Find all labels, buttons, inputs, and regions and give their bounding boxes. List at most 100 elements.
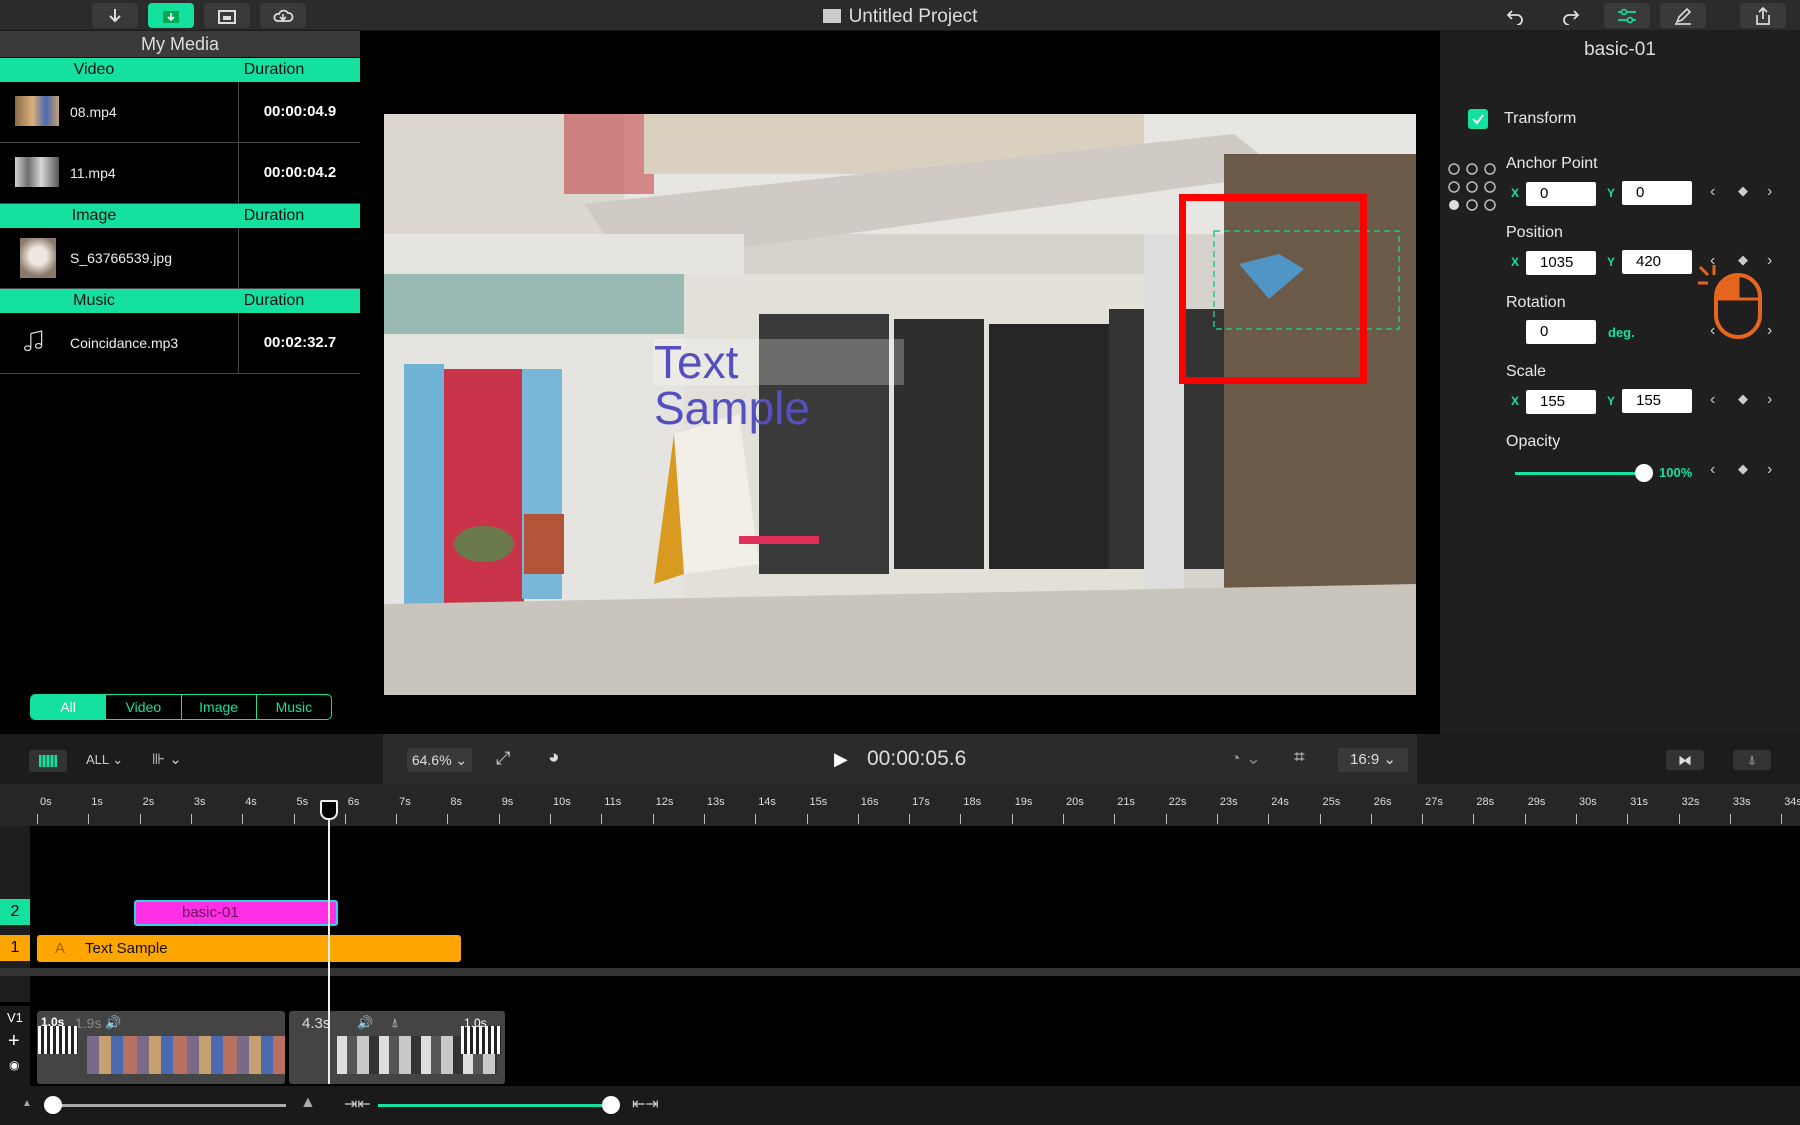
redo-button[interactable] — [1548, 3, 1594, 28]
ruler-tick — [37, 814, 38, 824]
audio-icon: 🔊 — [357, 1015, 374, 1030]
prev-keyframe-button[interactable]: ‹ — [1710, 391, 1715, 409]
transition-duration: 1.0s — [464, 1016, 487, 1030]
zoom-in-icon[interactable]: ⇤⇥ — [632, 1094, 659, 1114]
share-icon — [1756, 6, 1770, 25]
transform-checkbox[interactable] — [1468, 109, 1488, 129]
ruler-tick — [1473, 814, 1475, 824]
filter-video[interactable]: Video — [106, 695, 182, 719]
ruler-tick-label: 0s — [40, 796, 52, 808]
playhead-handle[interactable] — [320, 800, 338, 820]
crop-icon[interactable]: ⌗ — [1294, 747, 1305, 769]
share-button[interactable] — [1740, 3, 1786, 28]
video-preview[interactable]: Text Sample — [384, 114, 1416, 695]
transition-icon[interactable]: ⧓ — [1666, 750, 1704, 770]
cloud-button[interactable] — [260, 3, 306, 28]
add-keyframe-button[interactable]: ◆ — [1738, 391, 1748, 407]
transition-marker[interactable] — [38, 1026, 78, 1054]
opacity-slider-handle[interactable] — [1635, 464, 1653, 482]
section-label: Music — [73, 292, 115, 309]
media-item[interactable]: Coincidance.mp3 00:02:32.7 — [0, 313, 360, 374]
transition-marker[interactable] — [461, 1026, 501, 1054]
check-icon — [1472, 114, 1484, 125]
anchor-y-input[interactable]: 0 — [1622, 181, 1692, 205]
speed-icon[interactable]: ◔ ⌄ — [1230, 748, 1261, 769]
properties-button[interactable] — [1604, 3, 1650, 28]
position-x-input[interactable]: 1035 — [1526, 251, 1596, 275]
clip-basic-01[interactable]: basic-01 — [134, 900, 338, 926]
ruler-tick-label: 33s — [1732, 796, 1751, 808]
opacity-label: Opacity — [1506, 433, 1561, 450]
file-duration: 00:02:32.7 — [238, 313, 361, 373]
file-name: 11.mp4 — [70, 165, 116, 181]
y-label: Y — [1607, 186, 1616, 200]
media-item[interactable]: 11.mp4 00:00:04.2 — [0, 143, 360, 204]
anchor-grid-icon[interactable] — [1447, 162, 1497, 212]
prev-keyframe-button[interactable]: ‹ — [1710, 461, 1715, 479]
fullscreen-icon[interactable]: ⤢ — [496, 748, 510, 769]
ruler-tick — [960, 814, 962, 824]
thumbnail-size-handle[interactable] — [44, 1096, 62, 1114]
track-2-number: 2 — [0, 899, 30, 925]
timeline-zoom-handle[interactable] — [602, 1096, 620, 1114]
position-y-input[interactable]: 420 — [1622, 250, 1692, 274]
section-header-music[interactable]: Music Duration — [0, 289, 360, 313]
section-header-video[interactable]: Video Duration — [0, 58, 360, 82]
ruler-tick — [1063, 814, 1064, 824]
text-overlay[interactable]: Text Sample — [654, 339, 904, 431]
ruler-tick-label: 20s — [1066, 796, 1084, 808]
media-item[interactable]: S_63766539.jpg — [0, 228, 360, 289]
thumbnail-size-slider[interactable] — [48, 1104, 286, 1107]
rotation-input[interactable]: 0 — [1526, 320, 1596, 344]
eye-icon[interactable]: ◉ — [9, 1058, 19, 1072]
ruler-tick — [857, 814, 859, 824]
next-keyframe-button[interactable]: › — [1767, 183, 1772, 201]
filter-image[interactable]: Image — [182, 695, 257, 719]
effect-icon[interactable]: ⍋ — [1733, 750, 1771, 770]
anchor-x-input[interactable]: 0 — [1526, 182, 1596, 206]
filter-all[interactable]: All — [31, 695, 107, 719]
edit-button[interactable] — [1660, 3, 1706, 28]
ruler-tick-label: 14s — [758, 796, 776, 808]
folder-button[interactable] — [204, 3, 250, 28]
ruler-tick — [498, 814, 500, 824]
scale-y-input[interactable]: 155 — [1622, 389, 1692, 413]
undo-button[interactable] — [1492, 3, 1538, 28]
play-button[interactable]: ▶ — [834, 749, 848, 770]
add-keyframe-button[interactable]: ◆ — [1738, 461, 1748, 477]
section-header-image[interactable]: Image Duration — [0, 204, 360, 228]
ruler-tick — [909, 814, 911, 824]
track-filter-select[interactable]: ALL ⌄ — [86, 752, 123, 768]
track-1-number: 1 — [0, 935, 30, 961]
ruler-tick — [1729, 814, 1731, 824]
split-menu-button[interactable]: ⊪ ⌄ — [152, 750, 182, 768]
scale-x-input[interactable]: 155 — [1526, 390, 1596, 414]
add-keyframe-button[interactable]: ◆ — [1738, 183, 1748, 199]
filter-music[interactable]: Music — [257, 695, 331, 719]
ruler-tick-label: 5s — [296, 796, 309, 808]
import-media-button[interactable] — [148, 3, 194, 28]
timeline-zoom-slider[interactable] — [378, 1104, 610, 1107]
aspect-select[interactable]: 16:9 ⌄ — [1338, 748, 1408, 772]
download-button[interactable] — [92, 3, 138, 28]
video-thumbnail — [15, 157, 59, 187]
timeline-ruler[interactable]: 0s 1s 2s 3s 4s 5s 6s 7s 8s 9s 10s 11s 12s 13s 14s 15s 16… — [0, 784, 1800, 826]
import-media-icon — [163, 10, 179, 23]
folder-icon — [218, 9, 236, 24]
prev-keyframe-button[interactable]: ‹ — [1710, 183, 1715, 201]
add-track-icon[interactable]: + — [8, 1030, 20, 1053]
ruler-tick-label: 27s — [1425, 796, 1443, 808]
timeline-view-button[interactable] — [29, 750, 67, 772]
ruler-tick-label: 19s — [1014, 796, 1033, 808]
pen-icon — [1675, 7, 1692, 25]
palette-icon[interactable]: ◕ — [548, 747, 559, 769]
media-item[interactable]: 08.mp4 00:00:04.9 — [0, 82, 360, 143]
zoom-out-icon[interactable]: ⇥⇤ — [344, 1094, 371, 1114]
opacity-slider-track[interactable] — [1515, 472, 1645, 475]
ruler-tick — [1678, 814, 1680, 824]
next-keyframe-button[interactable]: › — [1767, 461, 1772, 479]
clip-text-sample[interactable]: A Text Sample — [37, 935, 461, 962]
next-keyframe-button[interactable]: › — [1767, 391, 1772, 409]
ruler-tick — [447, 814, 449, 824]
zoom-select[interactable]: 64.6% ⌄ — [407, 748, 472, 772]
